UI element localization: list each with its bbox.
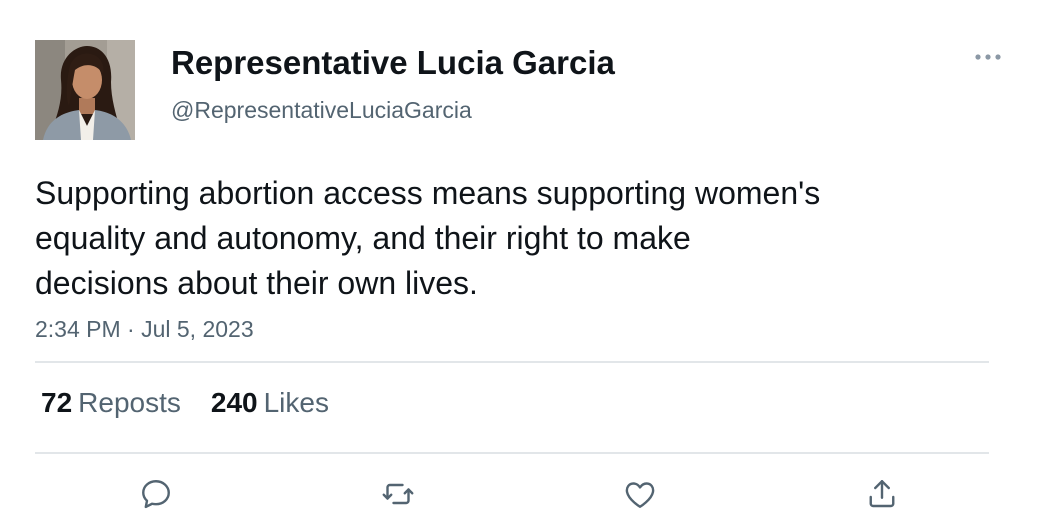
engagement-stats: 72 Reposts 240 Likes xyxy=(41,387,359,419)
speech-bubble-icon xyxy=(142,480,170,509)
display-name[interactable]: Representative Lucia Garcia xyxy=(171,44,615,82)
reposts-label: Reposts xyxy=(78,387,181,418)
avatar[interactable] xyxy=(35,40,135,140)
divider xyxy=(35,452,989,454)
divider xyxy=(35,361,989,363)
heart-icon xyxy=(625,482,655,508)
tweet-text: Supporting abortion access means support… xyxy=(35,171,955,306)
tweet-text-line: equality and autonomy, and their right t… xyxy=(35,220,691,256)
like-button[interactable] xyxy=(620,474,660,514)
profile-photo-icon xyxy=(35,40,135,140)
likes-count: 240 xyxy=(210,387,258,418)
tweet-timestamp[interactable]: 2:34 PM · Jul 5, 2023 xyxy=(35,316,254,343)
share-upload-icon xyxy=(869,480,895,508)
reposts-stat[interactable]: 72 Reposts xyxy=(41,387,181,419)
more-options-button[interactable] xyxy=(968,42,1008,72)
more-dots-icon xyxy=(975,54,1001,60)
repost-button[interactable] xyxy=(378,474,418,514)
share-button[interactable] xyxy=(862,474,902,514)
tweet-text-line: decisions about their own lives. xyxy=(35,265,478,301)
reposts-count: 72 xyxy=(41,387,73,418)
tweet-card: Representative Lucia Garcia @Representat… xyxy=(0,0,1050,525)
repost-arrows-icon xyxy=(382,483,414,505)
likes-label: Likes xyxy=(263,387,329,418)
reply-button[interactable] xyxy=(136,474,176,514)
user-handle[interactable]: @RepresentativeLuciaGarcia xyxy=(171,97,472,124)
tweet-text-line: Supporting abortion access means support… xyxy=(35,175,821,211)
likes-stat[interactable]: 240 Likes xyxy=(211,387,329,419)
